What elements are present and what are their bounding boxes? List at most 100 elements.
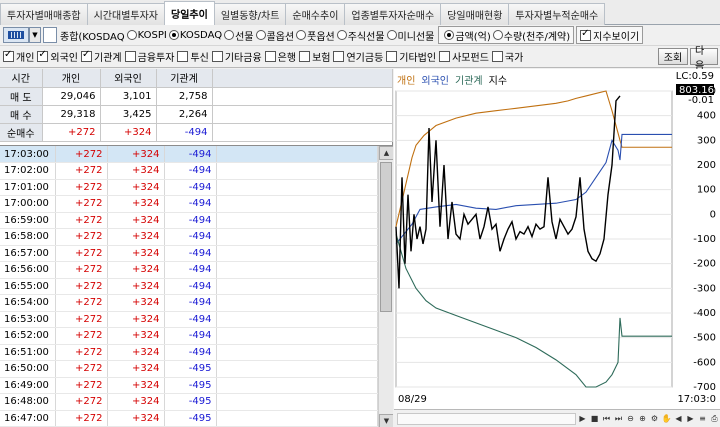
checkbox-box[interactable] xyxy=(264,51,276,62)
chart-scroll-track[interactable] xyxy=(397,412,576,425)
list-row[interactable]: 16:55:00 +272 +324 -494 xyxy=(0,278,378,295)
list-row[interactable]: 16:57:00 +272 +324 -494 xyxy=(0,245,378,262)
checkbox-box[interactable] xyxy=(491,51,503,62)
code-dropdown-button[interactable]: ▼ xyxy=(29,27,41,43)
list-row[interactable]: 16:49:00 +272 +324 -495 xyxy=(0,377,378,394)
checkbox-box[interactable] xyxy=(177,51,189,62)
zoom-out-icon[interactable]: ⊖ xyxy=(625,413,636,425)
zoom-in-icon[interactable]: ⊕ xyxy=(637,413,648,425)
unit-radio[interactable]: 금액(억) xyxy=(444,28,491,43)
y-tick-label: 0 xyxy=(710,209,716,220)
tab-3[interactable]: 일별동향/차트 xyxy=(213,3,287,25)
settings-icon[interactable]: ⚙ xyxy=(649,413,660,425)
investor-checkbox[interactable]: 기타법인 xyxy=(386,49,436,64)
investor-checkbox[interactable]: 외국인 xyxy=(37,49,78,64)
investor-checkbox[interactable]: 투신 xyxy=(177,49,209,64)
market-radio[interactable]: 풋옵션 xyxy=(296,28,335,43)
first-icon[interactable]: ⏮ xyxy=(601,413,612,425)
investor-checkbox[interactable]: 사모펀드 xyxy=(439,49,489,64)
list-row[interactable]: 17:01:00 +272 +324 -494 xyxy=(0,179,378,196)
index-show-checkbox[interactable]: 지수보이기 xyxy=(576,26,644,44)
left-arrow-icon[interactable]: ◀ xyxy=(673,413,684,425)
investor-checkbox-label: 국가 xyxy=(504,53,524,64)
list-row[interactable]: 16:52:00 +272 +324 -494 xyxy=(0,327,378,345)
radio-dot[interactable] xyxy=(255,30,266,40)
unit-radio[interactable]: 수량(천주/계약) xyxy=(492,28,570,43)
tab-0[interactable]: 투자자별매매종합 xyxy=(0,3,88,25)
radio-dot[interactable] xyxy=(168,30,179,40)
market-radio[interactable]: 콜옵션 xyxy=(255,28,294,43)
market-radio[interactable]: 선물 xyxy=(224,28,254,43)
market-radio[interactable]: KOSDAQ xyxy=(168,30,222,41)
investor-checkbox[interactable]: 은행 xyxy=(264,49,296,64)
list-scrollbar[interactable]: ▲ ▼ xyxy=(378,146,393,427)
list-individual: +272 xyxy=(55,294,108,312)
radio-dot[interactable] xyxy=(224,30,235,40)
code-search-button[interactable] xyxy=(43,27,57,43)
list-row[interactable]: 16:51:00 +272 +324 -494 xyxy=(0,344,378,361)
checkbox-box[interactable] xyxy=(3,49,14,62)
radio-dot[interactable] xyxy=(444,30,455,40)
market-radio[interactable]: KOSPI xyxy=(126,30,167,41)
query-button[interactable]: 조회 xyxy=(658,48,688,65)
time-list[interactable]: 17:03:00 +272 +324 -494 17:02:00 +272 +324 -494… xyxy=(0,145,393,427)
summary-row-label: 순매수 xyxy=(0,123,43,142)
checkbox-box[interactable] xyxy=(37,49,49,62)
code-type-button[interactable] xyxy=(3,27,29,43)
investor-checkbox[interactable]: 연기금등 xyxy=(333,49,383,64)
radio-dot[interactable] xyxy=(492,30,503,40)
list-time: 17:00:00 xyxy=(0,195,56,213)
scroll-up-icon[interactable]: ▲ xyxy=(379,146,393,160)
chart-svg[interactable]: 5004003002001000-100-200-300-400-500-600… xyxy=(394,69,720,409)
next-button[interactable]: 다음 xyxy=(690,46,718,72)
investor-checkbox[interactable]: 개인 xyxy=(3,49,34,64)
scroll-thumb[interactable] xyxy=(380,162,392,312)
tab-5[interactable]: 업종별투자자순매수 xyxy=(344,3,442,25)
checkbox-box[interactable] xyxy=(81,49,93,62)
list-row[interactable]: 16:54:00 +272 +324 -494 xyxy=(0,294,378,312)
list-row[interactable]: 17:00:00 +272 +324 -494 xyxy=(0,195,378,213)
investor-checkbox[interactable]: 기타금융 xyxy=(211,49,262,64)
checkbox-box[interactable] xyxy=(333,51,345,62)
investor-checkbox[interactable]: 금융투자 xyxy=(124,49,174,64)
checkbox-box[interactable] xyxy=(386,51,398,62)
tab-2[interactable]: 당일추이 xyxy=(164,1,215,25)
list-row[interactable]: 17:03:00 +272 +324 -494 xyxy=(0,146,378,163)
tab-4[interactable]: 순매수추이 xyxy=(285,3,346,25)
last-icon[interactable]: ⏭ xyxy=(613,413,624,425)
list-row[interactable]: 16:58:00 +272 +324 -494 xyxy=(0,228,378,246)
play-icon[interactable]: ▶ xyxy=(577,413,588,425)
radio-dot[interactable] xyxy=(126,30,137,40)
radio-dot[interactable] xyxy=(296,30,307,40)
checkbox-box[interactable] xyxy=(211,51,223,62)
stop-icon[interactable]: ■ xyxy=(589,413,600,425)
list-foreign: +324 xyxy=(107,377,165,394)
right-arrow-icon[interactable]: ▶ xyxy=(685,413,696,425)
tab-6[interactable]: 당일매매현황 xyxy=(440,3,510,25)
list-row[interactable]: 16:50:00 +272 +324 -495 xyxy=(0,360,378,378)
radio-dot[interactable] xyxy=(386,30,397,40)
index-show-check[interactable] xyxy=(580,28,592,41)
list-icon[interactable]: ≡ xyxy=(697,413,708,425)
print-icon[interactable]: ⎙ xyxy=(709,413,720,425)
investor-checkbox[interactable]: 기관계 xyxy=(81,49,122,64)
list-row[interactable]: 17:02:00 +272 +324 -494 xyxy=(0,162,378,180)
scroll-down-icon[interactable]: ▼ xyxy=(379,414,393,427)
checkbox-box[interactable] xyxy=(124,51,136,62)
checkbox-box[interactable] xyxy=(439,51,451,62)
market-icon xyxy=(8,31,24,39)
list-row[interactable]: 16:53:00 +272 +324 -494 xyxy=(0,311,378,328)
list-row[interactable]: 16:48:00 +272 +324 -495 xyxy=(0,393,378,411)
list-row[interactable]: 16:47:00 +272 +324 -495 xyxy=(0,410,378,427)
tab-7[interactable]: 투자자별누적순매수 xyxy=(508,3,606,25)
market-radio[interactable]: 미니선물 xyxy=(386,28,434,43)
list-row[interactable]: 16:56:00 +272 +324 -494 xyxy=(0,261,378,279)
investor-checkbox[interactable]: 보험 xyxy=(299,49,330,64)
market-radio[interactable]: 주식선물 xyxy=(336,28,385,43)
tab-1[interactable]: 시간대별투자자 xyxy=(86,3,166,25)
list-row[interactable]: 16:59:00 +272 +324 -494 xyxy=(0,212,378,229)
investor-checkbox[interactable]: 국가 xyxy=(491,49,524,64)
checkbox-box[interactable] xyxy=(299,51,311,62)
pan-icon[interactable]: ✋ xyxy=(661,413,672,425)
radio-dot[interactable] xyxy=(336,30,347,40)
